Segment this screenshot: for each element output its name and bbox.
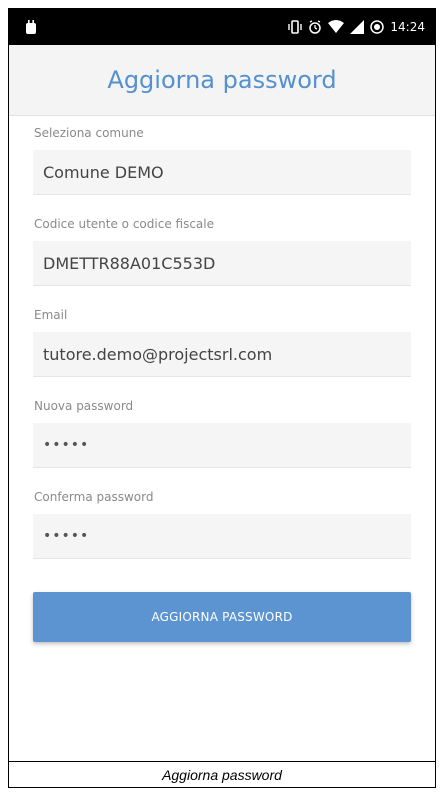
alarm-icon: [309, 20, 322, 34]
codice-label: Codice utente o codice fiscale: [34, 217, 214, 231]
wifi-icon: [328, 20, 345, 33]
comune-select[interactable]: Comune DEMO: [33, 150, 411, 195]
vibrate-icon: [288, 20, 303, 34]
comune-label: Seleziona comune: [34, 126, 144, 140]
conferma-password-field: Conferma password •••••: [33, 490, 411, 559]
status-bar: 14:24: [9, 9, 435, 45]
email-label: Email: [34, 308, 68, 322]
nuova-password-field: Nuova password •••••: [33, 399, 411, 468]
comune-field: Seleziona comune Comune DEMO: [33, 126, 411, 195]
signal-icon: [350, 20, 365, 34]
nuova-password-input[interactable]: •••••: [33, 423, 411, 468]
nuova-password-label: Nuova password: [34, 399, 134, 413]
sync-icon: [370, 20, 385, 34]
phone-frame: 14:24 Aggiorna password Seleziona comune…: [8, 8, 436, 762]
email-field: Email tutore.demo@projectsrl.com: [33, 308, 411, 377]
screenshot-caption: Aggiorna password: [8, 762, 436, 788]
conferma-password-input[interactable]: •••••: [33, 514, 411, 559]
update-password-form: Seleziona comune Comune DEMO Codice uten…: [9, 116, 435, 761]
codice-input[interactable]: DMETTR88A01C553D: [33, 241, 411, 286]
status-time: 14:24: [390, 20, 425, 34]
android-icon: [26, 20, 36, 34]
codice-field: Codice utente o codice fiscale DMETTR88A…: [33, 217, 411, 286]
page-title: Aggiorna password: [107, 66, 337, 94]
email-input[interactable]: tutore.demo@projectsrl.com: [33, 332, 411, 377]
app-bar: Aggiorna password: [9, 45, 435, 116]
conferma-password-label: Conferma password: [34, 490, 154, 504]
aggiorna-password-button[interactable]: AGGIORNA PASSWORD: [33, 592, 411, 642]
